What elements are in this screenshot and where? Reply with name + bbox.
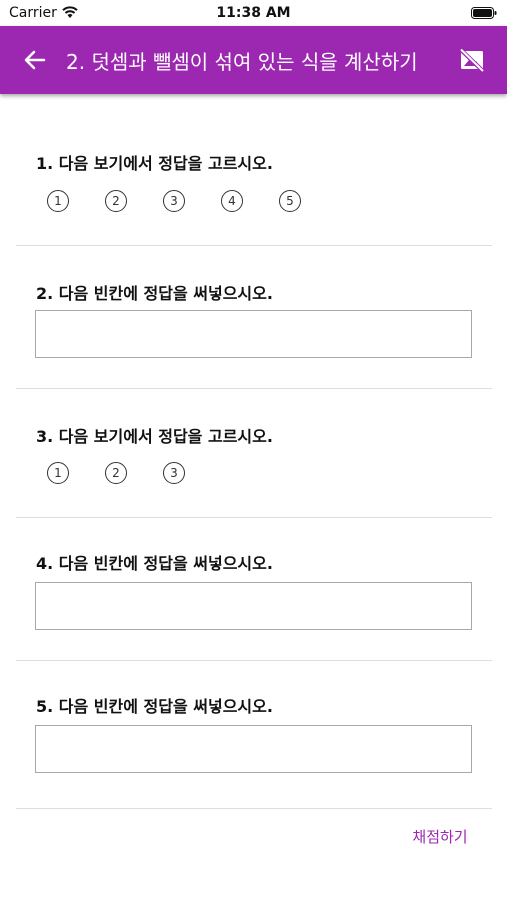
divider [16, 517, 492, 518]
divider [16, 388, 492, 389]
battery-icon [471, 7, 497, 19]
page-title: 2. 덧셈과 뺄셈이 섞여 있는 식을 계산하기 [66, 50, 418, 74]
question-4-text: 4. 다음 빈칸에 정답을 써넣으시오. [36, 554, 273, 573]
answer-input-2[interactable] [35, 310, 472, 358]
image-off-icon[interactable] [458, 46, 486, 74]
divider [16, 660, 492, 661]
choice-4-button[interactable]: 4 [221, 190, 243, 212]
choice-1-button[interactable]: 1 [47, 190, 69, 212]
app-bar: 2. 덧셈과 뺄셈이 섞여 있는 식을 계산하기 [0, 26, 507, 94]
grade-button[interactable]: 채점하기 [395, 826, 485, 847]
status-time: 11:38 AM [216, 5, 291, 21]
divider [16, 245, 492, 246]
choice-2-button[interactable]: 2 [105, 462, 127, 484]
question-5-text: 5. 다음 빈칸에 정답을 써넣으시오. [36, 697, 273, 716]
question-3-text: 3. 다음 보기에서 정답을 고르시오. [36, 427, 273, 446]
question-1-text: 1. 다음 보기에서 정답을 고르시오. [36, 154, 273, 173]
question-3-choices: 1 2 3 [47, 462, 221, 484]
choice-3-button[interactable]: 3 [163, 462, 185, 484]
divider [16, 808, 492, 809]
choice-3-button[interactable]: 3 [163, 190, 185, 212]
choice-1-button[interactable]: 1 [47, 462, 69, 484]
answer-input-5[interactable] [35, 725, 472, 773]
choice-5-button[interactable]: 5 [279, 190, 301, 212]
status-bar: Carrier 11:38 AM [0, 0, 507, 26]
back-arrow-icon[interactable] [22, 47, 48, 73]
answer-input-4[interactable] [35, 582, 472, 630]
choice-2-button[interactable]: 2 [105, 190, 127, 212]
question-2-text: 2. 다음 빈칸에 정답을 써넣으시오. [36, 284, 273, 303]
question-1-choices: 1 2 3 4 5 [47, 190, 337, 212]
